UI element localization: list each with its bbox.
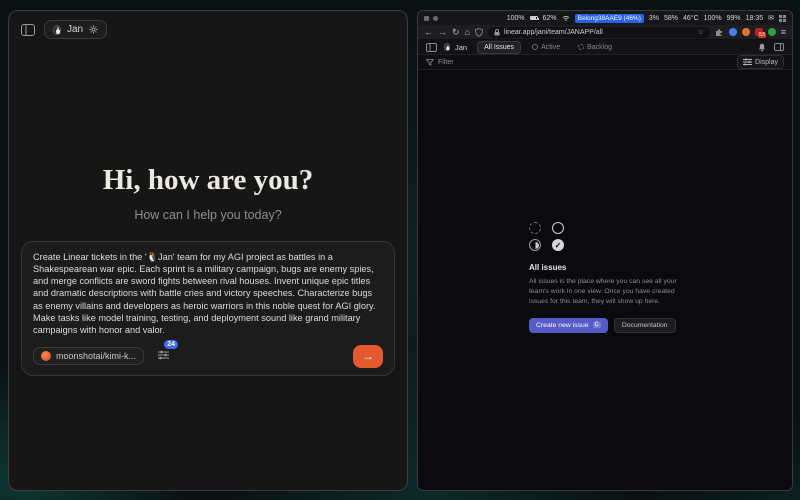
tools-count-badge: 24 [164,340,178,349]
shield-icon[interactable] [475,28,483,37]
model-selector[interactable]: moonshotai/kimi-k... [33,347,144,365]
back-button[interactable]: ← [424,28,433,37]
puzzle-extensions-icon[interactable] [715,28,724,37]
desktop-background: Jan Hi, how are you? How can I help you … [0,0,800,500]
address-bar[interactable]: linear.app/jani/team/JANAPP/all ☆ [488,27,710,38]
status-item: 46°C [683,15,699,22]
extension-badge: 53 [758,32,766,39]
jan-app-window: Jan Hi, how are you? How can I help you … [8,10,408,491]
moonshot-logo-icon [41,351,51,361]
panel-toggle-icon[interactable] [774,43,784,51]
tab-label: Backlog [587,44,612,51]
linear-header: Jan All Issues Active Backlog [418,40,792,55]
shortcut-key: C [593,322,601,328]
done-status-icon: ✓ [552,239,564,251]
empty-state-description: All issues is the place where you can se… [529,277,681,308]
grid-icon [779,15,786,22]
linear-main: ✓ All issues All issues is the place whe… [418,70,792,490]
linear-team-name: Jan [455,43,467,52]
bell-icon[interactable] [758,43,766,52]
display-button[interactable]: Display [737,55,784,69]
display-label: Display [755,59,778,66]
chat-input-footer: moonshotai/kimi-k... 24 → [33,345,383,368]
greeting-subheading: How can I help you today? [9,208,407,222]
documentation-button[interactable]: Documentation [614,318,676,333]
tab-label: Active [541,44,560,51]
system-status-bar: 100% 62% Belong38AAE9 (46%) 3% 58% 46°C … [418,11,792,25]
status-item: 100% [507,15,525,22]
empty-state-actions: Create new issue C Documentation [529,318,681,333]
bookmark-star-icon[interactable]: ☆ [697,28,703,36]
sidebar-toggle-icon[interactable] [21,24,35,36]
chat-input-card[interactable]: Create Linear tickets in the '🐧Jan' team… [21,241,395,376]
todo-status-icon [552,222,564,234]
create-new-issue-label: Create new issue [536,322,589,329]
browser-window: 100% 62% Belong38AAE9 (46%) 3% 58% 46°C … [417,10,793,491]
send-arrow-icon: → [362,349,374,363]
filter-icon [426,59,434,66]
display-sliders-icon [743,58,752,66]
model-name: moonshotai/kimi-k... [56,351,136,361]
sliders-icon [158,350,169,360]
tray-icon [424,16,429,21]
status-item: 100% [704,15,722,22]
filter-button[interactable]: Filter [438,59,454,66]
chat-input-text[interactable]: Create Linear tickets in the '🐧Jan' team… [33,251,383,336]
linear-team-selector[interactable]: Jan [443,42,467,52]
status-item: 99% [727,15,741,22]
forward-button[interactable]: → [438,28,447,37]
penguin-icon [444,43,450,51]
all-issues-empty-state: ✓ All issues All issues is the place whe… [529,222,681,333]
tab-label: All Issues [484,44,514,51]
create-new-issue-button[interactable]: Create new issue C [529,318,608,333]
menu-icon[interactable]: ≡ [781,28,786,37]
status-item: 3% [649,15,659,22]
welcome-block: Hi, how are you? How can I help you toda… [9,164,407,222]
browser-toolbar: ← → ↻ ⌂ linear.app/jani/team/JANAPP/all … [418,25,792,40]
empty-state-title: All issues [529,263,681,272]
assistant-name: Jan [67,24,83,35]
penguin-icon [53,25,61,35]
profile-avatar[interactable] [768,28,776,36]
reload-button[interactable]: ↻ [452,28,460,37]
status-indicators: 100% 62% Belong38AAE9 (46%) 3% 58% 46°C … [507,14,786,23]
tab-all-issues[interactable]: All Issues [477,41,521,54]
linear-header-actions [758,43,784,52]
backlog-status-icon [529,222,541,234]
tab-backlog[interactable]: Backlog [571,41,619,54]
greeting-heading: Hi, how are you? [9,164,407,197]
lock-icon [494,29,500,36]
extension-icon-blue[interactable] [729,28,737,36]
status-item: 62% [543,15,557,22]
gear-icon[interactable] [89,25,98,34]
in-progress-status-icon [529,239,541,251]
url-text: linear.app/jani/team/JANAPP/all [504,29,603,36]
jan-topbar: Jan [9,11,407,48]
home-button[interactable]: ⌂ [465,28,470,37]
tray-icon [433,16,438,21]
linear-view-tabs: All Issues Active Backlog [477,41,619,54]
extension-icon-red[interactable]: 53 [755,28,763,36]
clock: 18:35 [746,15,764,22]
linear-sidebar-toggle-icon[interactable] [426,43,437,52]
extension-icon-orange[interactable] [742,28,750,36]
battery-icon [530,16,538,21]
active-status-icon [532,44,538,50]
linear-filter-bar: Filter Display [418,55,792,70]
backlog-status-icon [578,44,584,50]
wifi-icon [562,15,570,21]
send-button[interactable]: → [353,345,383,368]
mail-icon: ✉ [768,14,774,22]
tab-active[interactable]: Active [525,41,567,54]
assistant-selector[interactable]: Jan [44,20,107,39]
network-badge: Belong38AAE9 (46%) [575,14,644,23]
status-item: 58% [664,15,678,22]
tools-button[interactable]: 24 [158,347,169,365]
issue-status-icons: ✓ [529,222,565,251]
